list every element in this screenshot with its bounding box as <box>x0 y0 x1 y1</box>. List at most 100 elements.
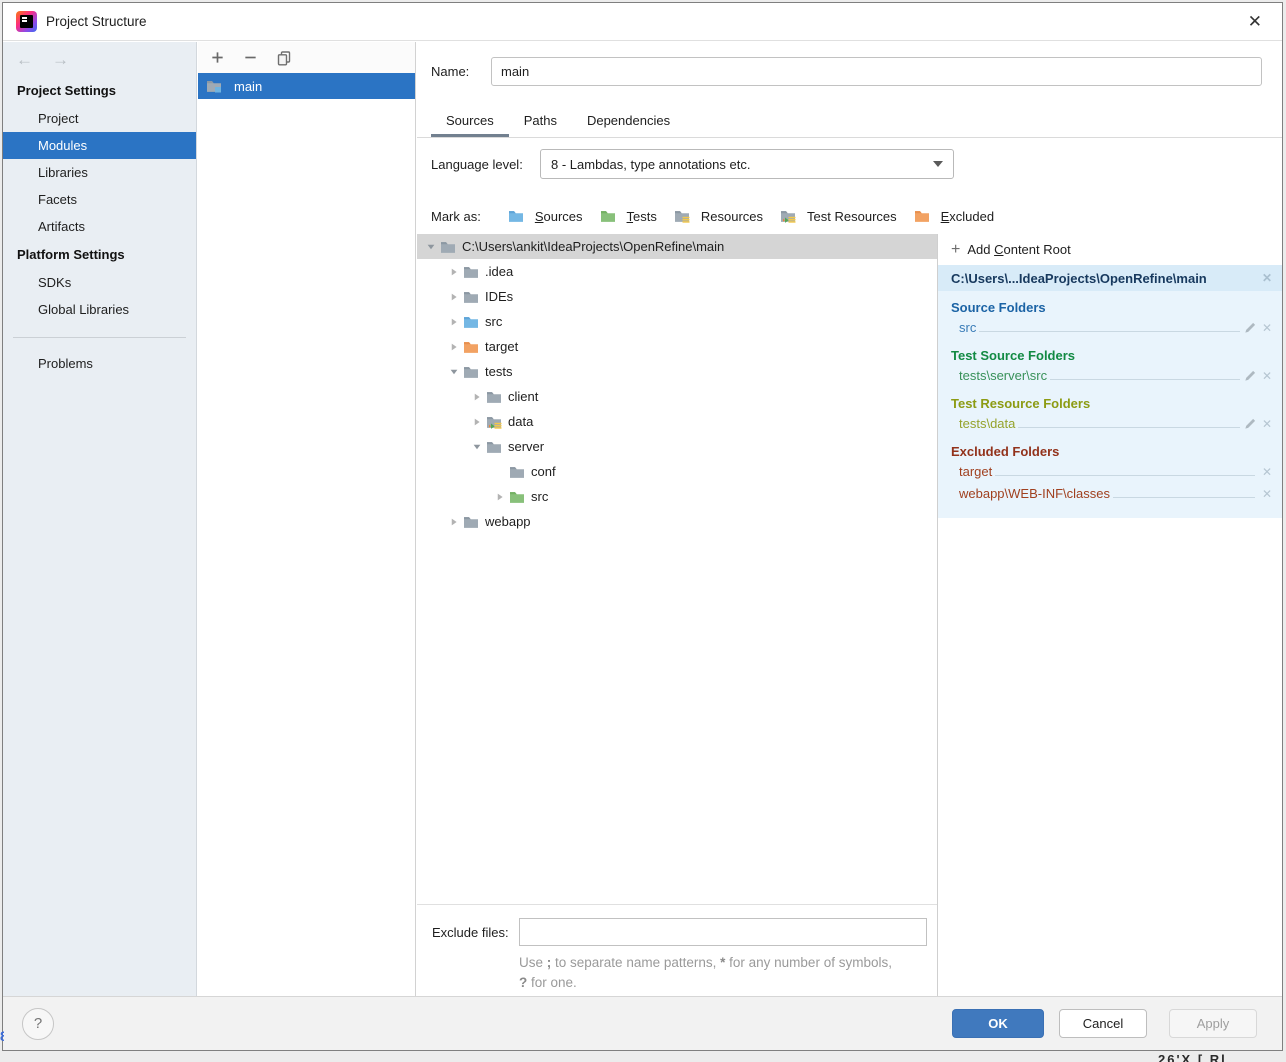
content-roots-panel: + Add Content Root C:\Users\...IdeaProje… <box>938 234 1282 996</box>
tab-sources[interactable]: Sources <box>431 104 509 137</box>
folder-entry-path: tests\data <box>959 416 1015 431</box>
sidebar-item-project[interactable]: Project <box>3 105 196 132</box>
edit-pencil-icon[interactable] <box>1243 416 1258 431</box>
edit-pencil-icon[interactable] <box>1243 320 1258 335</box>
tree-node-label: conf <box>531 464 556 479</box>
tree-expanded-arrow-icon[interactable] <box>422 239 440 255</box>
mark-as-label-sources: Sources <box>535 209 583 224</box>
gray-folder-icon <box>463 364 479 380</box>
content-root-path: C:\Users\...IdeaProjects\OpenRefine\main <box>951 271 1207 286</box>
sidebar-item-problems[interactable]: Problems <box>3 350 196 377</box>
tree-collapsed-arrow-icon[interactable] <box>445 289 463 305</box>
sidebar-section-header-project-settings: Project Settings <box>3 76 196 105</box>
tree-node-ides[interactable]: IDEs <box>417 284 937 309</box>
tree-collapsed-arrow-icon[interactable] <box>468 389 486 405</box>
sidebar-item-artifacts[interactable]: Artifacts <box>3 213 196 240</box>
dialog-footer: ? OK Cancel Apply <box>3 996 1282 1050</box>
tree-node-idea[interactable]: .idea <box>417 259 937 284</box>
tree-node-tests[interactable]: tests <box>417 359 937 384</box>
sidebar-item-sdks[interactable]: SDKs <box>3 269 196 296</box>
back-arrow-icon[interactable]: ← <box>16 51 33 68</box>
blue-folder-icon <box>463 314 479 330</box>
remove-folder-icon[interactable]: ✕ <box>1262 417 1272 431</box>
gray-folder-icon <box>463 289 479 305</box>
mark-as-test-resources[interactable]: Test Resources <box>780 208 897 224</box>
add-module-icon[interactable] <box>209 49 226 66</box>
forward-arrow-icon[interactable]: → <box>52 51 69 68</box>
tree-node-webapp[interactable]: webapp <box>417 509 937 534</box>
tree-expanded-arrow-icon[interactable] <box>468 439 486 455</box>
mark-as-excluded[interactable]: Excluded <box>914 208 994 224</box>
folder-entry-tests-server-src: tests\server\src ✕ <box>959 365 1272 386</box>
tree-node-server[interactable]: server <box>417 434 937 459</box>
copy-module-icon[interactable] <box>275 49 292 66</box>
tree-node-client[interactable]: client <box>417 384 937 409</box>
remove-folder-icon[interactable]: ✕ <box>1262 321 1272 335</box>
remove-folder-icon[interactable]: ✕ <box>1262 487 1272 501</box>
dotted-line <box>995 475 1255 476</box>
tree-expanded-arrow-icon[interactable] <box>445 364 463 380</box>
tree-node-src[interactable]: src <box>417 484 937 509</box>
sidebar-item-global-libraries[interactable]: Global Libraries <box>3 296 196 323</box>
cancel-button[interactable]: Cancel <box>1059 1009 1147 1038</box>
folder-entry-tests-data: tests\data ✕ <box>959 413 1272 434</box>
remove-content-root-icon[interactable]: ✕ <box>1262 271 1272 285</box>
tree-node-src[interactable]: src <box>417 309 937 334</box>
tree-node-target[interactable]: target <box>417 334 937 359</box>
tree-collapsed-arrow-icon[interactable] <box>445 339 463 355</box>
folder-entry-webapp-web-inf-classes: webapp\WEB-INF\classes✕ <box>959 483 1272 504</box>
tree-node-label: src <box>531 489 548 504</box>
dialog-title: Project Structure <box>46 14 147 29</box>
remove-module-icon[interactable] <box>242 49 259 66</box>
mark-as-sources[interactable]: Sources <box>508 208 583 224</box>
folder-entry-src: src✕ <box>959 317 1272 338</box>
mark-as-items: Sources Tests Resources Test Resources Exclu… <box>508 208 994 224</box>
help-button[interactable]: ? <box>22 1008 54 1040</box>
apply-button[interactable]: Apply <box>1169 1009 1257 1038</box>
mark-as-label-test-resources: Test Resources <box>807 209 897 224</box>
resources-folder-icon <box>674 208 690 224</box>
tree-collapsed-arrow-icon[interactable] <box>491 489 509 505</box>
remove-folder-icon[interactable]: ✕ <box>1262 369 1272 383</box>
tree-node-conf[interactable]: conf <box>417 459 937 484</box>
tabs-separator <box>417 137 1282 138</box>
mark-as-label-tests: Tests <box>627 209 657 224</box>
tree-collapsed-arrow-icon[interactable] <box>445 514 463 530</box>
module-editor: Name: SourcesPathsDependencies Language … <box>417 42 1282 996</box>
mark-as-resources[interactable]: Resources <box>674 208 763 224</box>
tab-paths[interactable]: Paths <box>509 104 572 137</box>
tree-node-data[interactable]: data <box>417 409 937 434</box>
tree-node-label: webapp <box>485 514 531 529</box>
group-title-test-resource-folders: Test Resource Folders <box>938 387 1282 413</box>
mark-as-label-resources: Resources <box>701 209 763 224</box>
tab-dependencies[interactable]: Dependencies <box>572 104 685 137</box>
excluded-folder-icon <box>914 208 930 224</box>
language-level-dropdown[interactable]: 8 - Lambdas, type annotations etc. <box>540 149 954 179</box>
name-input[interactable] <box>491 57 1262 86</box>
mark-as-tests[interactable]: Tests <box>600 208 657 224</box>
exclude-files-label: Exclude files: <box>432 925 519 940</box>
add-content-root-button[interactable]: + Add Content Root <box>938 234 1282 265</box>
mark-as-row: Mark as: SourcesTestsResourcesTest Resou… <box>431 203 994 229</box>
dotted-line <box>1050 379 1240 380</box>
close-icon[interactable]: ✕ <box>1248 13 1262 30</box>
module-item-main[interactable]: main <box>198 73 415 99</box>
tree-node-label: tests <box>485 364 512 379</box>
sidebar-item-facets[interactable]: Facets <box>3 186 196 213</box>
edit-pencil-icon[interactable] <box>1243 368 1258 383</box>
screen: { "window": { "title": "Project Structur… <box>0 0 1286 1062</box>
exclude-files-input[interactable] <box>519 918 927 946</box>
tree-collapsed-arrow-icon[interactable] <box>445 314 463 330</box>
remove-folder-icon[interactable]: ✕ <box>1262 465 1272 479</box>
tree-collapsed-arrow-icon[interactable] <box>468 414 486 430</box>
tree-collapsed-arrow-icon[interactable] <box>445 264 463 280</box>
sidebar-item-modules[interactable]: Modules <box>3 132 196 159</box>
gray-folder-icon <box>486 389 502 405</box>
folder-entry-path: tests\server\src <box>959 368 1047 383</box>
module-list-panel: main <box>198 42 416 996</box>
sidebar-item-libraries[interactable]: Libraries <box>3 159 196 186</box>
tree-node-c-users-ankit-ideaprojects-openrefine-main[interactable]: C:\Users\ankit\IdeaProjects\OpenRefine\m… <box>417 234 937 259</box>
footer-buttons: OK Cancel Apply <box>952 1009 1257 1038</box>
plus-icon: + <box>951 242 960 258</box>
ok-button[interactable]: OK <box>952 1009 1044 1038</box>
